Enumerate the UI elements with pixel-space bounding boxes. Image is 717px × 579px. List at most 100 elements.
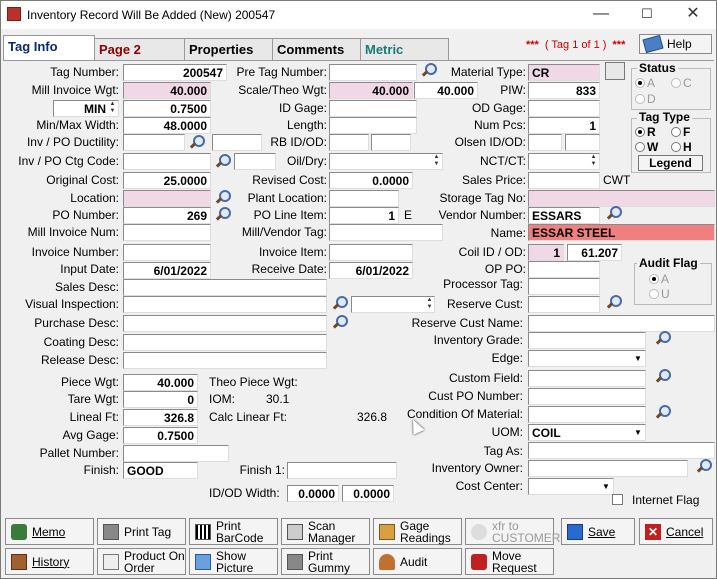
min-max-width-field[interactable]: 48.0000	[123, 117, 211, 134]
rb-id-field[interactable]	[329, 134, 369, 151]
reserve-cust-name-field[interactable]	[528, 315, 715, 332]
sales-price-field[interactable]	[528, 172, 600, 189]
tag-type-radio-f[interactable]: F	[671, 125, 690, 139]
tare-wgt-field[interactable]: 0	[123, 391, 198, 408]
inv-ctg-code-field[interactable]	[123, 153, 211, 170]
inventory-owner-search-icon[interactable]	[694, 458, 712, 475]
tab-page-2[interactable]: Page 2	[94, 38, 185, 60]
purchase-desc-search-icon[interactable]	[330, 314, 348, 331]
processor-tag-field[interactable]	[528, 278, 600, 295]
mill-invoice-wgt-field[interactable]: 40.000	[123, 82, 211, 99]
uom-select[interactable]: COIL	[528, 424, 646, 441]
tag-type-radio-w[interactable]: W	[635, 140, 658, 154]
po-number-field[interactable]: 269	[123, 207, 211, 224]
maximize-button[interactable]: ☐	[637, 5, 657, 25]
reserve-cust-search-icon[interactable]	[604, 294, 622, 311]
lineal-ft-field[interactable]: 326.8	[123, 409, 198, 426]
tag-number-field[interactable]: 200547	[123, 64, 227, 81]
move-request-button[interactable]: Move Request	[465, 548, 554, 575]
audit-radio-u[interactable]: U	[649, 287, 670, 301]
print-gummy-button[interactable]: Print Gummy	[281, 548, 370, 575]
input-date-field[interactable]: 6/01/2022	[123, 262, 211, 279]
olsen-id-field[interactable]	[528, 134, 562, 151]
uom-dropdown-arrow[interactable]: ▼	[631, 425, 645, 440]
material-type-picker-icon[interactable]	[605, 62, 625, 80]
tag-type-radio-h[interactable]: H	[671, 140, 692, 154]
custom-field-search-icon[interactable]	[653, 368, 671, 385]
edge-dropdown-arrow[interactable]: ▼	[631, 351, 645, 366]
visual-inspection-field[interactable]	[123, 296, 327, 313]
condition-of-material-field[interactable]	[528, 406, 646, 423]
finish-field[interactable]: GOOD	[123, 462, 198, 479]
vendor-name-field[interactable]: ESSAR STEEL	[528, 224, 715, 241]
min-max-spinner[interactable]: ▲ ▼	[108, 101, 117, 116]
cancel-button[interactable]: ✕ Cancel	[639, 518, 713, 545]
vendor-search-icon[interactable]	[604, 205, 622, 222]
purchase-desc-field[interactable]	[123, 315, 327, 332]
tab-comments[interactable]: Comments	[272, 38, 361, 60]
save-button[interactable]: Save	[561, 518, 635, 545]
status-radio-a[interactable]: A	[635, 76, 655, 90]
release-desc-field[interactable]	[123, 352, 327, 369]
tab-metric[interactable]: Metric	[360, 38, 449, 60]
coil-od-field[interactable]: 61.207	[567, 244, 622, 261]
od-width-field[interactable]: 0.0000	[342, 485, 394, 502]
inventory-owner-field[interactable]	[528, 460, 688, 477]
coil-id-field[interactable]: 1	[528, 244, 564, 261]
custom-field-input[interactable]	[528, 370, 646, 387]
memo-button[interactable]: Memo	[5, 518, 94, 545]
num-pcs-field[interactable]: 1	[528, 117, 600, 134]
sales-desc-field[interactable]	[123, 279, 327, 296]
od-gage-field[interactable]	[528, 100, 600, 117]
piw-field[interactable]: 833	[528, 82, 600, 99]
reserve-cust-field[interactable]	[528, 296, 600, 313]
vendor-number-field[interactable]: ESSARS	[528, 207, 600, 224]
edge-select[interactable]	[528, 350, 646, 367]
minimize-button[interactable]: —	[591, 5, 611, 25]
visual-inspection-search-icon[interactable]	[330, 295, 348, 312]
plant-location-field[interactable]	[329, 190, 399, 207]
print-barcode-button[interactable]: Print BarCode	[189, 518, 278, 545]
audit-button[interactable]: Audit	[373, 548, 462, 575]
ductility-search-icon[interactable]	[187, 134, 205, 151]
audit-radio-a[interactable]: A	[649, 272, 669, 286]
nct-ct-spinner[interactable]: ▲ ▼	[589, 154, 598, 169]
mill-invoice-num-field[interactable]	[123, 224, 211, 241]
invoice-number-field[interactable]	[123, 244, 211, 261]
close-button[interactable]: ✕	[683, 5, 703, 25]
pallet-number-field[interactable]	[123, 445, 229, 462]
location-field[interactable]	[123, 190, 211, 207]
history-button[interactable]: History	[5, 548, 94, 575]
piece-wgt-field[interactable]: 40.000	[123, 374, 198, 391]
gage-readings-button[interactable]: Gage Readings	[373, 518, 462, 545]
inv-ductility-field[interactable]	[123, 134, 185, 151]
tab-properties[interactable]: Properties	[184, 38, 273, 60]
min-gage-field[interactable]: 0.7500	[123, 100, 211, 117]
cust-po-number-field[interactable]	[528, 388, 646, 405]
tag-as-field[interactable]	[528, 442, 715, 459]
internet-flag-checkbox[interactable]	[612, 494, 623, 505]
olsen-od-field[interactable]	[565, 134, 600, 151]
finish-1-field[interactable]	[287, 462, 397, 479]
help-button[interactable]: Help	[639, 34, 712, 54]
po-line-item-field[interactable]: 1	[329, 207, 399, 224]
print-tag-button[interactable]: Print Tag	[97, 518, 186, 545]
xfr-to-customer-button[interactable]: xfr to CUSTOMER	[465, 518, 560, 545]
legend-button[interactable]: Legend	[638, 155, 703, 171]
status-radio-d[interactable]: D	[635, 92, 656, 106]
tab-tag-info[interactable]: Tag Info	[3, 35, 95, 61]
id-width-field[interactable]: 0.0000	[287, 485, 339, 502]
original-cost-field[interactable]: 25.0000	[123, 172, 211, 189]
inventory-grade-search-icon[interactable]	[653, 330, 671, 347]
condition-search-icon[interactable]	[653, 404, 671, 421]
inventory-grade-field[interactable]	[528, 332, 646, 349]
material-type-field[interactable]: CR	[528, 64, 600, 81]
cost-center-dropdown-arrow[interactable]: ▼	[599, 479, 613, 494]
coating-desc-field[interactable]	[123, 334, 327, 351]
op-po-field[interactable]	[528, 261, 600, 278]
avg-gage-field[interactable]: 0.7500	[123, 427, 198, 444]
status-radio-c[interactable]: C	[671, 76, 692, 90]
show-picture-button[interactable]: Show Picture	[189, 548, 278, 575]
scan-manager-button[interactable]: Scan Manager	[281, 518, 370, 545]
product-on-order-button[interactable]: Product On Order	[97, 548, 186, 575]
